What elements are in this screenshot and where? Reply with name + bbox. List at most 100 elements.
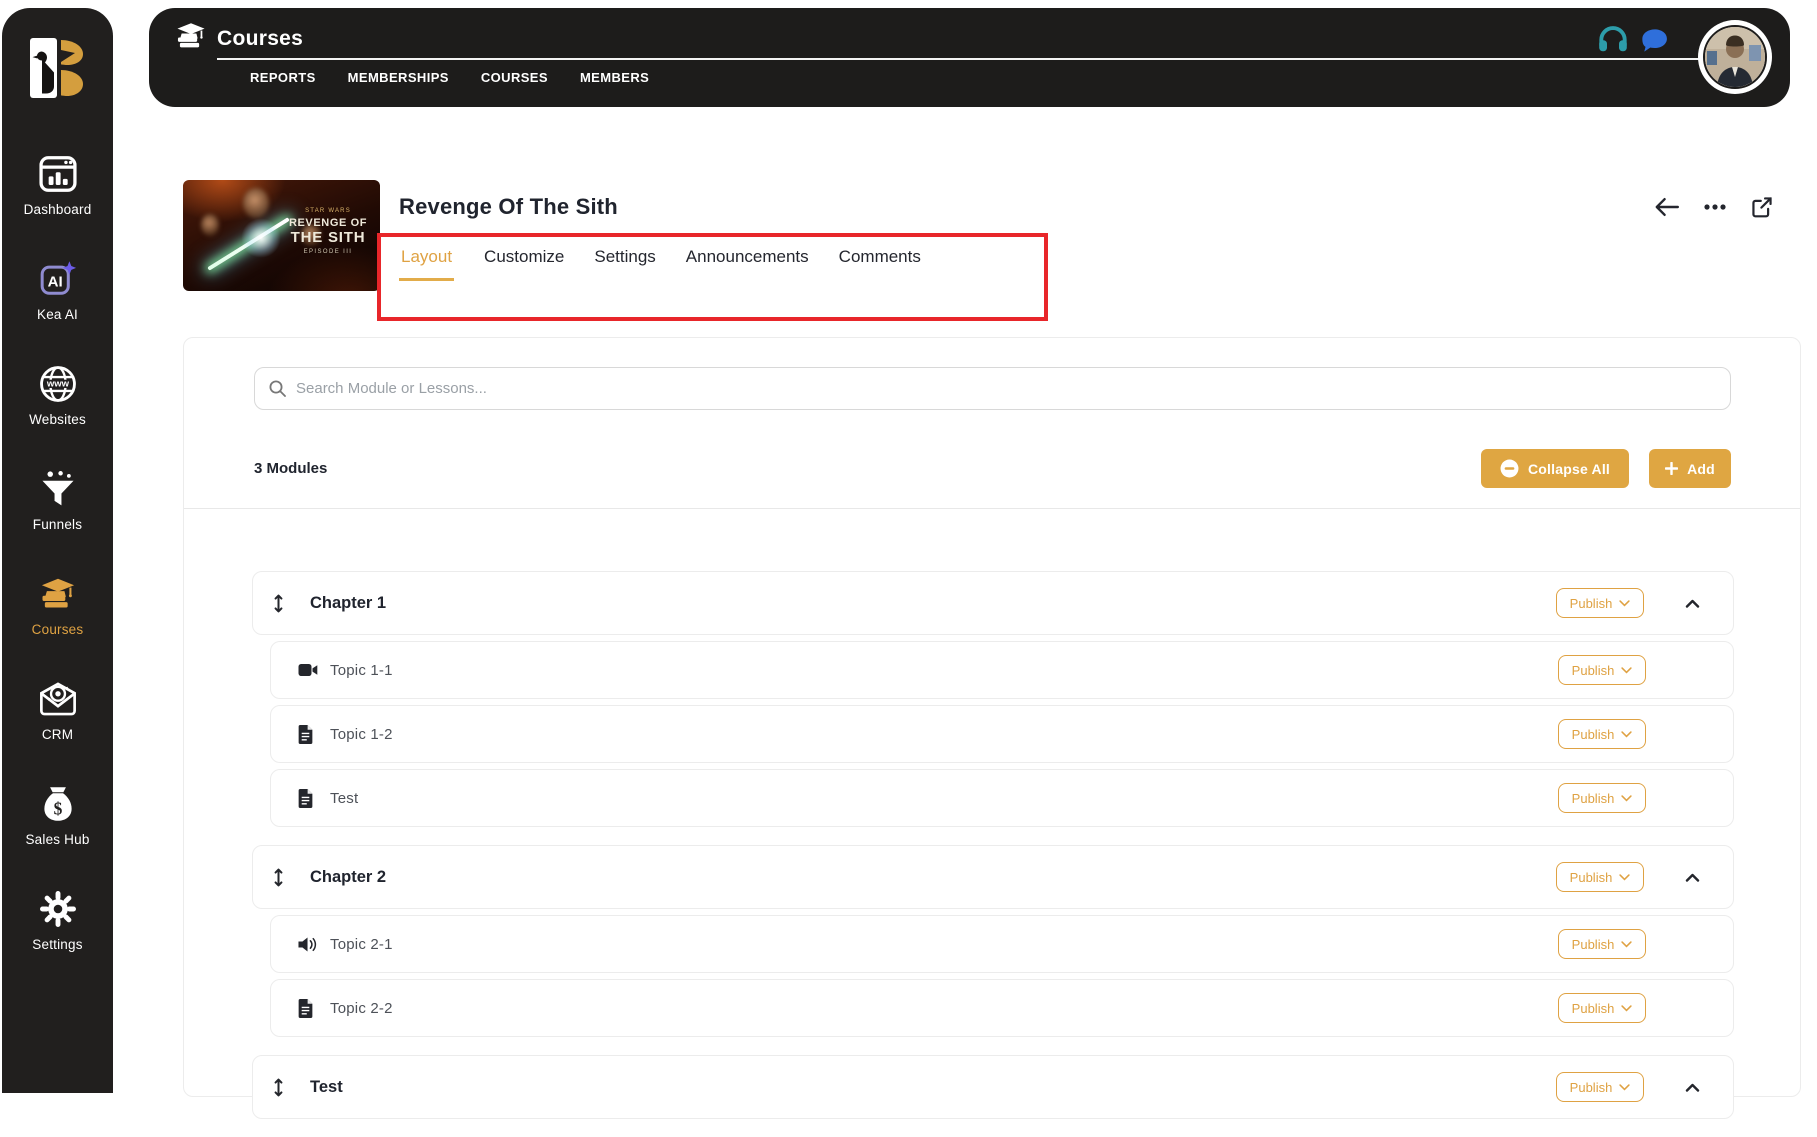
add-button[interactable]: Add: [1649, 449, 1731, 488]
chevron-down-icon: [1619, 599, 1630, 607]
modules-count: 3 Modules: [254, 460, 328, 477]
funnels-icon: [36, 467, 80, 511]
drag-handle-icon[interactable]: [273, 868, 285, 887]
document-icon: [298, 788, 318, 808]
sidebar-item-sales-hub[interactable]: $ Sales Hub: [2, 782, 113, 847]
sidebar: Dashboard AI Kea AI www Websites Funnels…: [2, 8, 113, 1093]
document-icon: [298, 724, 318, 744]
sales-hub-icon: $: [36, 782, 80, 826]
page-title: Courses: [217, 26, 304, 50]
sidebar-item-dashboard[interactable]: Dashboard: [2, 152, 113, 217]
collapse-all-button[interactable]: Collapse All: [1481, 449, 1629, 488]
publish-select[interactable]: Publish: [1558, 655, 1646, 685]
tab-comments[interactable]: Comments: [839, 247, 921, 281]
more-options-icon[interactable]: [1703, 203, 1727, 211]
chevron-down-icon: [1621, 1004, 1632, 1012]
tab-settings[interactable]: Settings: [594, 247, 655, 281]
sidebar-item-settings[interactable]: Settings: [2, 887, 113, 952]
svg-text:www: www: [45, 379, 69, 390]
nav-reports[interactable]: REPORTS: [250, 70, 316, 85]
dashboard-icon: [36, 152, 80, 196]
tab-announcements[interactable]: Announcements: [686, 247, 809, 281]
publish-select[interactable]: Publish: [1558, 783, 1646, 813]
avatar-photo: [1703, 25, 1767, 89]
chevron-down-icon: [1621, 666, 1632, 674]
sidebar-item-kea-ai[interactable]: AI Kea AI: [2, 257, 113, 322]
chevron-down-icon: [1621, 794, 1632, 802]
courses-icon: [36, 572, 80, 616]
lesson-title: Topic 2-2: [330, 999, 393, 1017]
lesson-row[interactable]: Topic 2-1 Publish: [270, 915, 1734, 973]
course-content-panel: 3 Modules Collapse All Add Chapter 1 Pub…: [183, 337, 1801, 1119]
sidebar-nav: Dashboard AI Kea AI www Websites Funnels…: [2, 152, 113, 992]
chevron-down-icon: [1619, 1083, 1630, 1091]
module-title: Chapter 2: [310, 867, 387, 886]
search-bar: [254, 367, 1731, 410]
chevron-up-icon[interactable]: [1685, 1083, 1700, 1092]
module-group: Chapter 2 Publish Topic 2-1 Publish Topi…: [252, 845, 1734, 1037]
video-icon: [298, 663, 318, 677]
svg-text:AI: AI: [47, 273, 62, 290]
nav-members[interactable]: MEMBERS: [580, 70, 649, 85]
publish-select[interactable]: Publish: [1558, 719, 1646, 749]
drag-handle-icon[interactable]: [273, 594, 285, 613]
sidebar-item-crm[interactable]: CRM: [2, 677, 113, 742]
open-external-icon[interactable]: [1751, 196, 1773, 218]
lesson-row[interactable]: Topic 2-2 Publish: [270, 979, 1734, 1037]
lesson-title: Topic 1-2: [330, 725, 393, 743]
websites-icon: www: [36, 362, 80, 406]
publish-select[interactable]: Publish: [1558, 929, 1646, 959]
courses-header-icon: [175, 21, 207, 56]
module-title: Test: [310, 1077, 343, 1096]
course-title: Revenge Of The Sith: [399, 194, 618, 219]
nav-courses[interactable]: COURSES: [481, 70, 548, 85]
publish-select[interactable]: Publish: [1558, 993, 1646, 1023]
kea-ai-icon: AI: [36, 257, 80, 301]
lesson-row[interactable]: Test Publish: [270, 769, 1734, 827]
lesson-row[interactable]: Topic 1-2 Publish: [270, 705, 1734, 763]
chevron-up-icon[interactable]: [1685, 599, 1700, 608]
publish-select[interactable]: Publish: [1556, 1072, 1644, 1102]
back-arrow-icon[interactable]: [1655, 197, 1679, 217]
lesson-title: Test: [330, 789, 359, 807]
course-tabs: Layout Customize Settings Announcements …: [399, 247, 921, 281]
chat-icon[interactable]: [1640, 28, 1668, 53]
kea-logo[interactable]: [28, 36, 88, 100]
search-icon: [269, 380, 286, 397]
lesson-row[interactable]: Topic 1-1 Publish: [270, 641, 1734, 699]
publish-select[interactable]: Publish: [1556, 588, 1644, 618]
tab-layout[interactable]: Layout: [399, 247, 455, 281]
top-header: Courses REPORTS MEMBERSHIPS COURSES MEMBERS: [149, 8, 1790, 107]
divider: [184, 508, 1800, 509]
drag-handle-icon[interactable]: [273, 1078, 285, 1097]
document-icon: [298, 998, 318, 1018]
lesson-title: Topic 1-1: [330, 661, 393, 679]
module-row[interactable]: Test Publish: [252, 1055, 1734, 1119]
modules-toolbar: 3 Modules Collapse All Add: [254, 449, 1731, 488]
chevron-down-icon: [1621, 730, 1632, 738]
header-nav: REPORTS MEMBERSHIPS COURSES MEMBERS: [250, 70, 649, 85]
plus-icon: [1665, 462, 1679, 475]
publish-select[interactable]: Publish: [1556, 862, 1644, 892]
tab-customize[interactable]: Customize: [484, 247, 564, 281]
module-group: Chapter 1 Publish Topic 1-1 Publish Topi…: [252, 571, 1734, 827]
crm-icon: [36, 677, 80, 721]
chevron-up-icon[interactable]: [1685, 873, 1700, 882]
avatar[interactable]: [1698, 20, 1772, 94]
sidebar-item-websites[interactable]: www Websites: [2, 362, 113, 427]
sidebar-item-courses[interactable]: Courses: [2, 572, 113, 637]
module-row[interactable]: Chapter 2 Publish: [252, 845, 1734, 909]
nav-memberships[interactable]: MEMBERSHIPS: [348, 70, 449, 85]
module-row[interactable]: Chapter 1 Publish: [252, 571, 1734, 635]
lesson-title: Topic 2-1: [330, 935, 393, 953]
module-title: Chapter 1: [310, 593, 387, 612]
sidebar-item-funnels[interactable]: Funnels: [2, 467, 113, 532]
header-underline: [217, 58, 1700, 60]
module-list: Chapter 1 Publish Topic 1-1 Publish Topi…: [252, 571, 1734, 1137]
headphones-icon[interactable]: [1598, 25, 1628, 53]
audio-icon: [298, 936, 318, 953]
settings-icon: [36, 887, 80, 931]
search-input[interactable]: [296, 380, 1716, 397]
poster-episode: EPISODE III: [303, 249, 353, 255]
course-actions: [1655, 196, 1773, 218]
